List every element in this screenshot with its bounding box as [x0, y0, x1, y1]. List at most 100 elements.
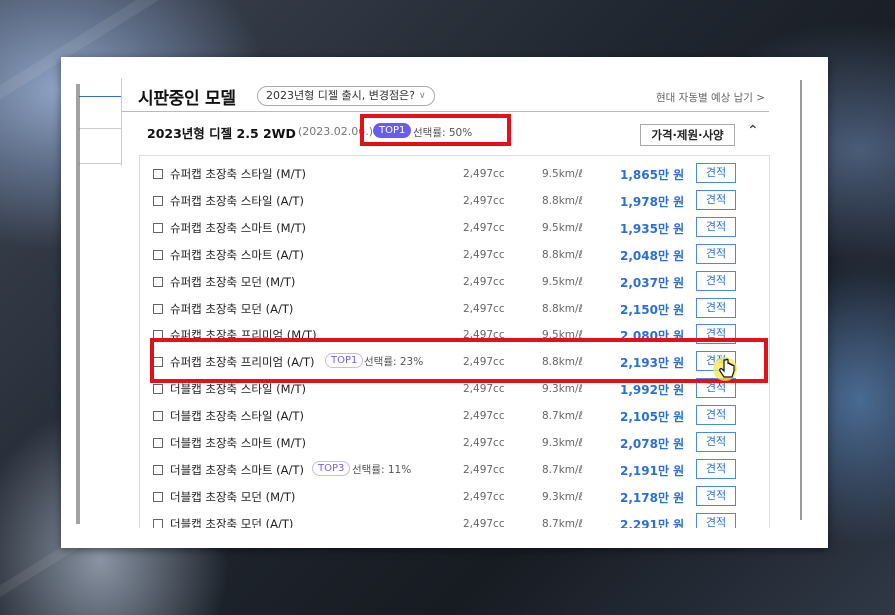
displacement: 2,497cc — [463, 517, 505, 528]
row-checkbox[interactable] — [153, 222, 163, 233]
price: 1,865만 원 — [620, 168, 685, 182]
table-row: 슈퍼캡 초장축 모던 (A/T) 2,497cc 8.8km/ℓ 2,150만 원 견적 — [140, 297, 769, 324]
price: 2,105만 원 — [620, 410, 685, 425]
table-row: 더블캡 초장축 모던 (A/T) 2,497cc 8.7km/ℓ 2,291만 원 견적 — [140, 512, 769, 528]
row-highlight-box — [150, 338, 768, 383]
displacement: 2,497cc — [463, 410, 505, 423]
row-checkbox[interactable] — [153, 384, 163, 395]
delivery-estimate-link[interactable]: 현대 자동별 예상 납기 > — [656, 90, 765, 105]
table-row: 더블캡 초장축 모던 (M/T) 2,497cc 9.3km/ℓ 2,178만 원 견적 — [140, 485, 769, 512]
row-checkbox[interactable] — [153, 195, 163, 206]
price-spec-button[interactable]: 가격·제원·사양 — [640, 124, 735, 146]
selection-rate: 선택률: 11% — [352, 463, 412, 476]
quote-button[interactable]: 견적 — [696, 243, 736, 264]
fuel-efficiency: 9.3km/ℓ — [542, 490, 583, 503]
fuel-efficiency: 9.5km/ℓ — [542, 221, 583, 234]
frame-edge-right — [800, 80, 802, 520]
trim-name: 2023년형 디젤 2.5 2WD — [147, 126, 296, 141]
left-nav-fragment — [79, 96, 121, 97]
chevron-down-icon: ∨ — [419, 91, 426, 101]
price: 2,178만 원 — [620, 490, 685, 505]
displacement: 2,497cc — [463, 221, 505, 234]
model-name: 더블캡 초장축 스마트 (M/T) — [170, 436, 306, 450]
left-nav-divider — [79, 163, 121, 164]
price: 1,992만 원 — [620, 383, 685, 398]
table-row: 더블캡 초장축 스타일 (M/T) 2,497cc 9.3km/ℓ 1,992만 원견… — [140, 378, 769, 404]
table-row: 슈퍼캡 초장축 스타일 (M/T) 2,497cc 9.5km/ℓ 1,865만 원 견… — [140, 163, 769, 189]
fuel-efficiency: 8.7km/ℓ — [542, 410, 583, 423]
table-row: 슈퍼캡 초장축 모던 (M/T) 2,497cc 9.5km/ℓ 2,037만 원 견적 — [140, 270, 769, 297]
quote-button[interactable]: 견적 — [696, 405, 736, 426]
row-checkbox[interactable] — [153, 438, 163, 448]
row-checkbox[interactable] — [153, 464, 163, 475]
price: 2,078만 원 — [620, 437, 685, 451]
model-name: 더블캡 초장축 모던 (A/T) — [170, 516, 294, 528]
fuel-efficiency: 9.3km/ℓ — [542, 383, 583, 396]
model-name: 슈퍼캡 초장축 스타일 (A/T) — [170, 193, 304, 208]
price: 2,150만 원 — [620, 302, 685, 317]
quote-button[interactable]: 견적 — [696, 189, 736, 210]
price: 1,978만 원 — [620, 194, 685, 209]
left-nav-divider — [79, 128, 121, 129]
table-row: 슈퍼캡 초장축 스마트 (M/T) 2,497cc 9.5km/ℓ 1,935만 원 견… — [140, 216, 769, 243]
displacement: 2,497cc — [463, 463, 505, 476]
fuel-efficiency: 9.5km/ℓ — [542, 275, 583, 288]
chevron-up-icon[interactable]: ⌃ — [747, 123, 759, 139]
model-name: 슈퍼캡 초장축 모던 (A/T) — [170, 301, 294, 316]
table-row: 더블캡 초장축 스마트 (M/T) 2,497cc 9.3km/ℓ 2,078만 원 견… — [140, 432, 769, 458]
quote-button[interactable]: 견적 — [696, 485, 736, 506]
table-row: 슈퍼캡 초장축 스타일 (A/T) 2,497cc 8.8km/ℓ 1,978만 원 견… — [140, 189, 769, 216]
row-checkbox[interactable] — [153, 276, 163, 287]
quote-button[interactable]: 견적 — [696, 512, 736, 528]
row-checkbox[interactable] — [153, 249, 163, 260]
displacement: 2,497cc — [463, 194, 505, 207]
quote-button[interactable]: 견적 — [696, 216, 736, 237]
row-checkbox[interactable] — [153, 491, 163, 502]
page-title: 시판중인 모델 — [138, 89, 236, 109]
quote-button[interactable]: 견적 — [696, 458, 736, 479]
model-name: 슈퍼캡 초장축 스마트 (A/T) — [170, 247, 304, 262]
model-name: 더블캡 초장축 스타일 (A/T) — [170, 409, 304, 424]
table-row: 더블캡 초장축 스타일 (A/T) 2,497cc 8.7km/ℓ 2,105만 원 견… — [140, 405, 769, 431]
displacement: 2,497cc — [463, 275, 505, 288]
model-name: 슈퍼캡 초장축 모던 (M/T) — [170, 274, 296, 289]
fuel-efficiency: 9.5km/ℓ — [542, 168, 583, 180]
header-divider — [122, 111, 769, 112]
model-name: 더블캡 초장축 스마트 (A/T) — [170, 462, 304, 477]
fuel-efficiency: 8.7km/ℓ — [542, 463, 583, 476]
model-name: 더블캡 초장축 스타일 (M/T) — [170, 382, 306, 397]
displacement: 2,497cc — [463, 248, 505, 261]
price: 2,048만 원 — [620, 248, 685, 263]
price: 2,191만 원 — [620, 463, 685, 478]
fuel-efficiency: 8.7km/ℓ — [542, 517, 583, 528]
model-name: 슈퍼캡 초장축 스마트 (M/T) — [170, 220, 306, 235]
quote-button[interactable]: 견적 — [696, 297, 736, 318]
row-checkbox[interactable] — [153, 518, 163, 528]
fuel-efficiency: 8.8km/ℓ — [542, 248, 583, 261]
model-name: 더블캡 초장축 모던 (M/T) — [170, 489, 296, 504]
left-nav-border — [121, 78, 122, 166]
row-checkbox[interactable] — [153, 303, 163, 314]
displacement: 2,497cc — [463, 168, 505, 180]
change-info-label: 2023년형 디젤 출시, 변경점은? — [266, 89, 416, 102]
price: 2,291만 원 — [620, 517, 685, 528]
frame-edge-left — [76, 84, 80, 524]
rank-badge: TOP3 — [312, 460, 351, 476]
displacement: 2,497cc — [463, 383, 505, 396]
displacement: 2,497cc — [463, 490, 505, 503]
quote-button[interactable]: 견적 — [696, 163, 736, 183]
fuel-efficiency: 9.3km/ℓ — [542, 437, 583, 449]
row-checkbox[interactable] — [153, 411, 163, 422]
trim-highlight-box — [360, 114, 511, 146]
change-info-pill[interactable]: 2023년형 디젤 출시, 변경점은? ∨ — [257, 86, 435, 106]
price: 2,037만 원 — [620, 275, 685, 290]
quote-button[interactable]: 견적 — [696, 270, 736, 291]
model-name: 슈퍼캡 초장축 스타일 (M/T) — [170, 167, 306, 181]
quote-button[interactable]: 견적 — [696, 432, 736, 452]
hand-cursor-icon — [713, 357, 737, 381]
price: 1,935만 원 — [620, 221, 685, 236]
displacement: 2,497cc — [463, 437, 505, 449]
fuel-efficiency: 8.8km/ℓ — [542, 194, 583, 207]
row-checkbox[interactable] — [153, 169, 163, 179]
displacement: 2,497cc — [463, 302, 505, 315]
